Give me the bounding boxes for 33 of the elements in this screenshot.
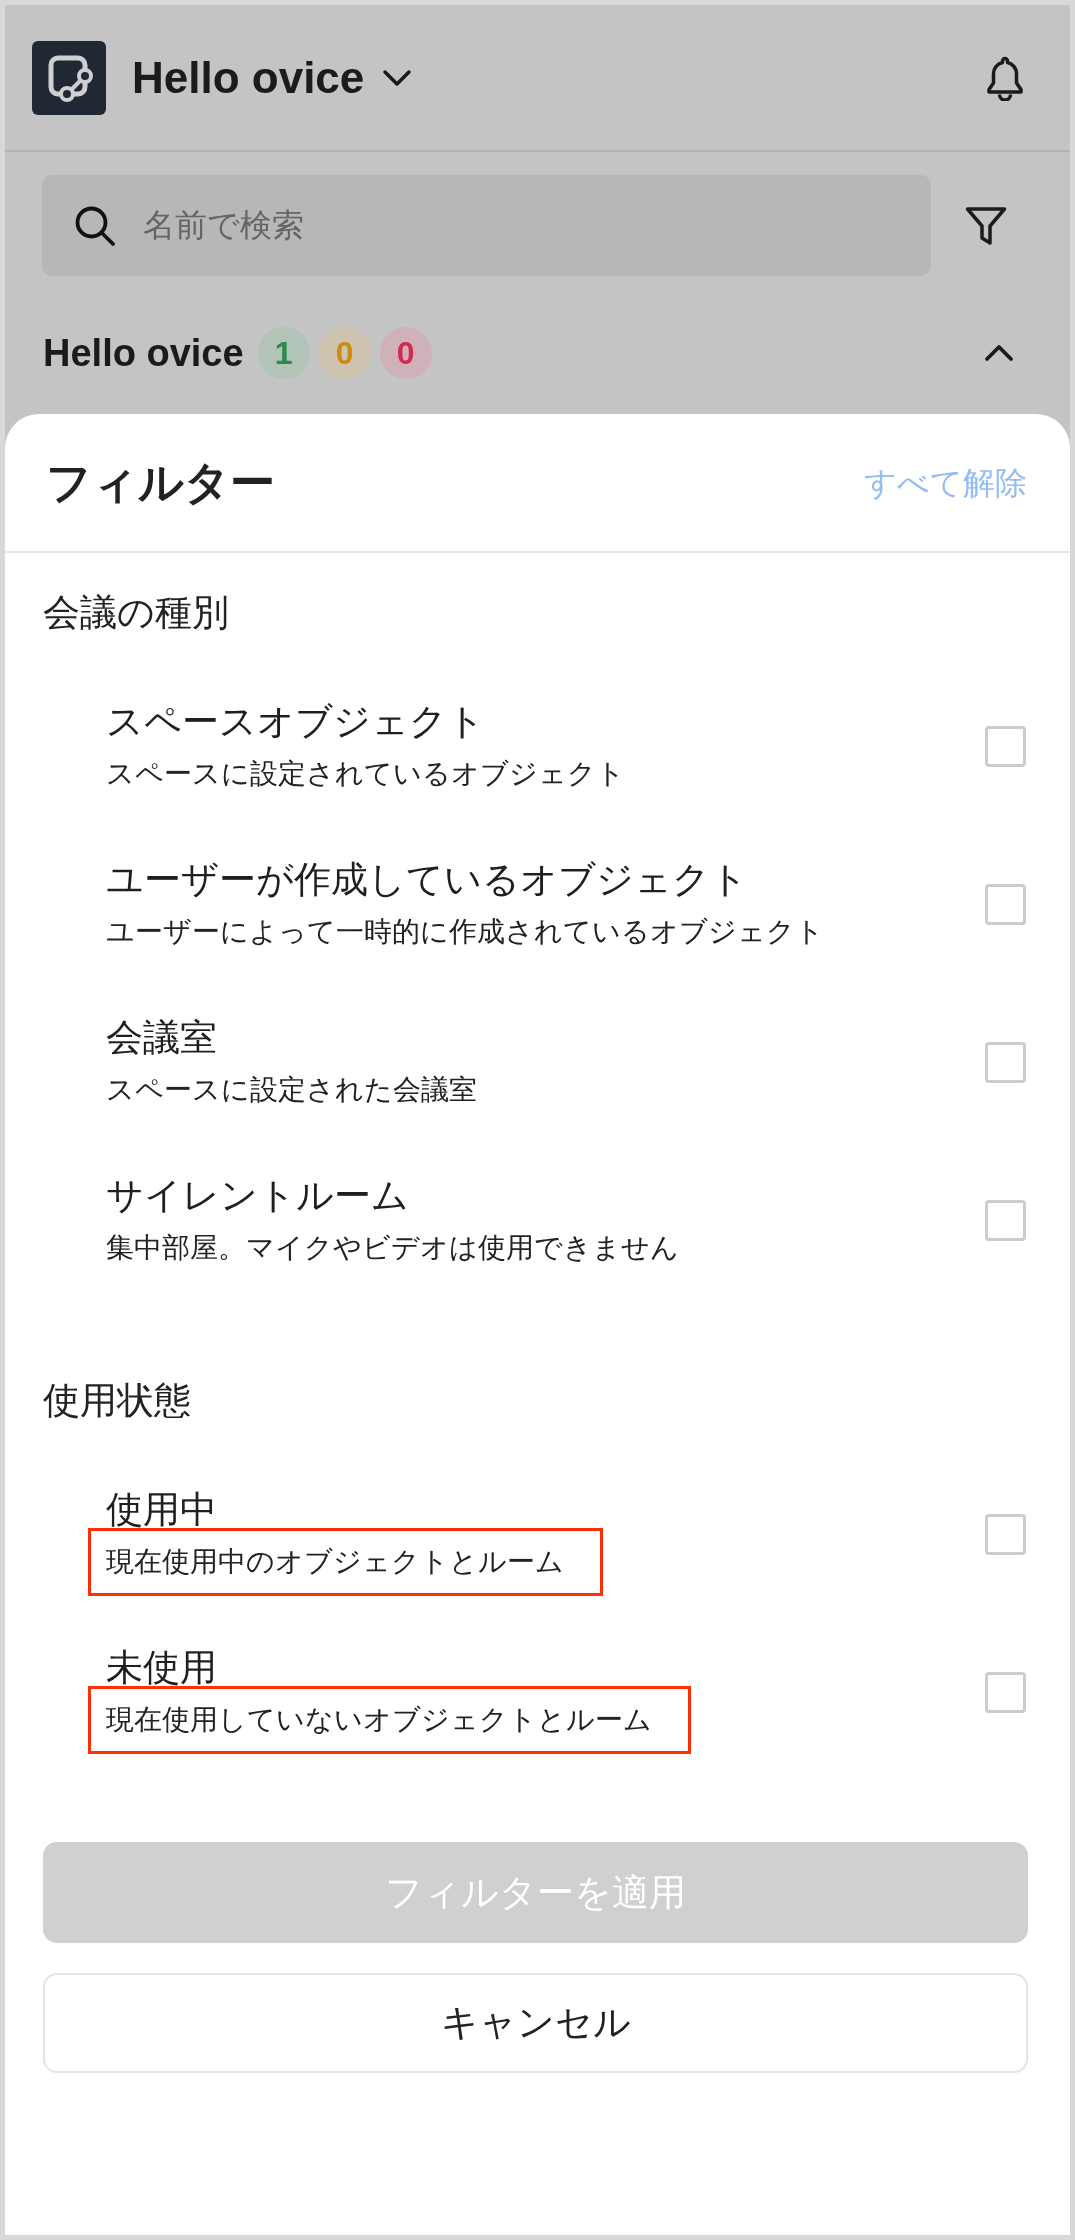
option-title: ユーザーが作成しているオブジェクト [106, 858, 748, 902]
option-description: ユーザーによって一時的に作成されているオブジェクト [106, 915, 824, 949]
checkbox[interactable] [985, 725, 1026, 767]
group-title: Hello ovice [43, 331, 244, 376]
option-title: 会議室 [106, 1016, 217, 1060]
search-field[interactable]: 名前で検索 [42, 175, 931, 276]
checkbox[interactable] [985, 1041, 1026, 1083]
section-title: 会議の種別 [43, 591, 229, 635]
search-icon [74, 205, 115, 246]
option-title: 使用中 [106, 1488, 217, 1532]
filter-icon[interactable] [965, 205, 1007, 246]
cancel-button[interactable]: キャンセル [43, 1973, 1028, 2073]
caret-icon [382, 68, 413, 87]
option-title: 未使用 [106, 1646, 217, 1690]
checkbox[interactable] [985, 883, 1026, 925]
count-badge: 0 [379, 327, 432, 379]
option-description: スペースに設定された会議室 [106, 1073, 477, 1107]
workspace-switcher[interactable]: Hello ovice [132, 49, 413, 106]
sheet-title: フィルター [46, 455, 275, 510]
section-title: 使用状態 [43, 1379, 191, 1423]
option-title: サイレントルーム [106, 1174, 409, 1218]
option-description: スペースに設定されているオブジェクト [106, 757, 625, 791]
checkbox[interactable] [985, 1199, 1026, 1241]
chevron-up-icon[interactable] [984, 344, 1014, 362]
checkbox[interactable] [985, 1671, 1026, 1713]
option-description: 現在使用していないオブジェクトとルーム [106, 1703, 652, 1737]
option-description: 集中部屋。マイクやビデオは使用できません [106, 1231, 679, 1265]
bell-icon[interactable] [986, 54, 1024, 101]
count-badge: 1 [257, 327, 310, 379]
option-description: 現在使用中のオブジェクトとルーム [106, 1545, 564, 1579]
option-title: スペースオブジェクト [106, 700, 485, 744]
count-badge: 0 [318, 327, 371, 379]
checkbox[interactable] [985, 1513, 1026, 1555]
